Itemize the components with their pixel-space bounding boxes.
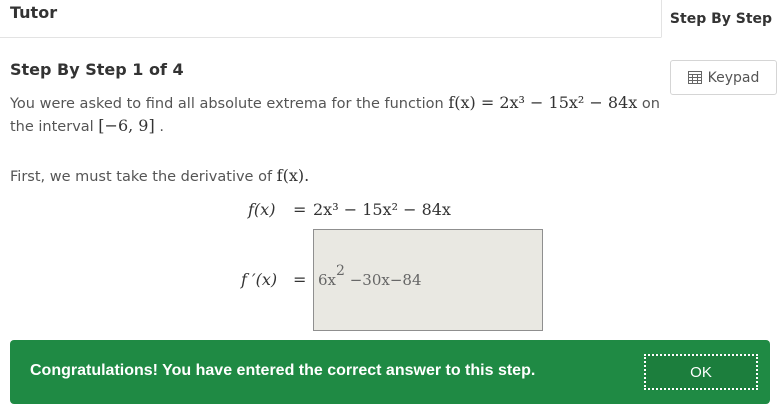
equation1-rhs: 2x³ − 15x² − 84x bbox=[313, 200, 451, 219]
keypad-icon bbox=[687, 71, 702, 84]
keypad-label: Keypad bbox=[707, 69, 760, 86]
step-intro: You were asked to find all absolute extr… bbox=[10, 92, 665, 138]
equation2-lhs: f ′(x) bbox=[241, 270, 278, 289]
keypad-button[interactable]: Keypad bbox=[670, 60, 777, 95]
intro-interval: [−6, 9] bbox=[98, 116, 155, 135]
answer-value: 6x2 −30x−84 bbox=[318, 263, 422, 289]
equation1-equals: = bbox=[293, 200, 307, 219]
intro-text: You were asked to find all absolute extr… bbox=[10, 96, 444, 112]
success-banner: Congratulations! You have entered the co… bbox=[10, 340, 770, 404]
intro-interval-prefix: the interval bbox=[10, 119, 94, 135]
equation2-equals: = bbox=[293, 270, 307, 289]
first-text: First, we must take the derivative of bbox=[10, 169, 273, 185]
answer-input[interactable]: 6x2 −30x−84 bbox=[313, 229, 543, 331]
equation1-lhs: f(x) bbox=[248, 200, 276, 219]
intro-period: . bbox=[159, 119, 164, 135]
intro-function: f(x) = 2x³ − 15x² − 84x bbox=[448, 93, 638, 112]
ok-button[interactable]: OK bbox=[644, 354, 758, 390]
top-bar: Tutor Step By Step bbox=[0, 0, 780, 38]
app-title: Tutor bbox=[10, 3, 58, 22]
intro-on: on bbox=[641, 96, 660, 112]
derivative-instruction: First, we must take the derivative of f(… bbox=[10, 166, 309, 185]
step-title: Step By Step 1 of 4 bbox=[10, 60, 184, 79]
first-function: f(x). bbox=[276, 166, 310, 185]
tab-step-by-step[interactable]: Step By Step bbox=[661, 0, 780, 38]
success-message: Congratulations! You have entered the co… bbox=[30, 362, 536, 379]
